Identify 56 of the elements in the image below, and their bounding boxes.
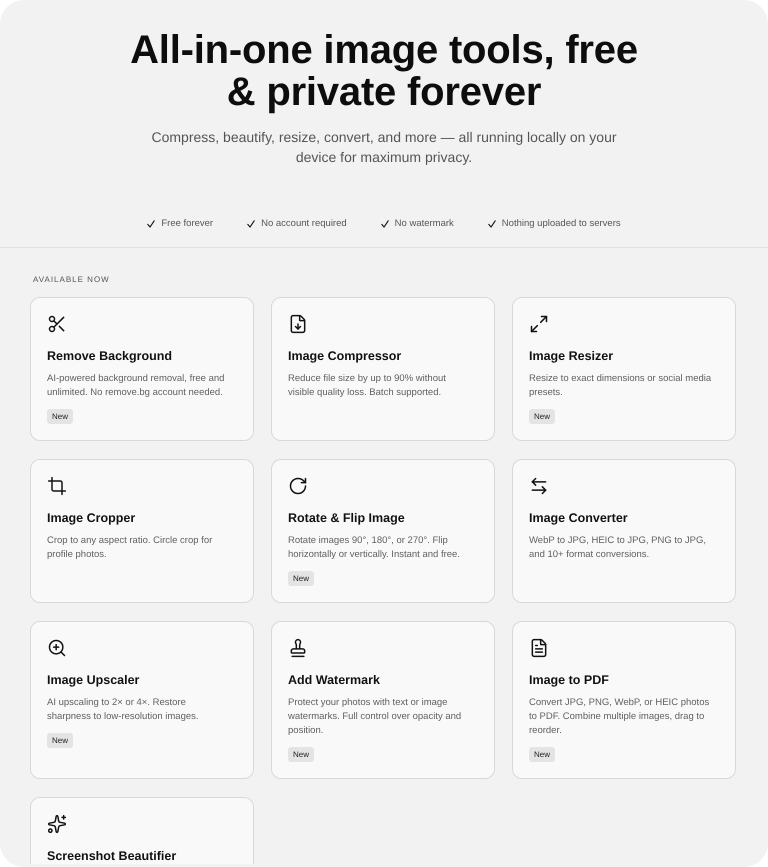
tool-description: Convert JPG, PNG, WebP, or HEIC photos to PDF. Combine multiple images, drag to reorder. [529,696,710,738]
tool-card[interactable]: Screenshot Beautifier [30,797,254,864]
check-icon [380,220,389,228]
tool-description: AI-powered background removal, free and unlimited. No remove.bg account needed. [47,372,226,400]
tool-card[interactable]: Image Upscaler AI upscaling to 2× or 4×. Restore sharpness to low-resolution images. New [30,621,254,779]
tool-card[interactable]: Image Compressor Reduce file size by up to 90% without visible quality loss. Batch supported. [271,297,495,441]
stamp-icon [288,638,308,658]
check-icon [488,220,496,228]
tool-card[interactable]: Image Converter WebP to JPG, HEIC to JPG, PNG to JPG, and 10+ format conversions. [512,459,736,603]
new-badge: New [529,747,556,762]
section-heading: AVAILABLE NOW [33,274,110,286]
tool-title: Image Cropper [47,510,136,526]
tool-title: Remove Background [47,348,172,364]
tool-card[interactable]: Image to PDF Convert JPG, PNG, WebP, or HEIC photos to PDF. Combine multiple images, drag to reorder. New [512,621,736,779]
tool-title: Rotate & Flip Image [288,510,405,526]
zoom-in-icon [47,638,67,658]
feature-label: Nothing uploaded to servers [502,217,621,231]
sparkles-icon [47,814,67,834]
new-badge: New [288,747,314,762]
tool-card[interactable]: Add Watermark Protect your photos with text or image watermarks. Full control over opacity and position. New [271,621,495,779]
tool-description: Crop to any aspect ratio. Circle crop for profile photos. [47,534,214,562]
feature-label: No account required [261,217,347,231]
tool-title: Screenshot Beautifier [47,848,176,864]
rotate-icon [288,476,308,496]
tool-description: Rotate images 90°, 180°, or 270°. Flip horizontally or vertically. Instant and free. [288,534,461,562]
tool-description: Reduce file size by up to 90% without visible quality loss. Batch supported. [288,372,447,400]
new-badge: New [47,409,74,424]
crop-icon [47,476,67,496]
diagonal-arrows-icon [529,314,549,334]
tool-card[interactable]: Image Cropper Crop to any aspect ratio. Circle crop for profile photos. [30,459,254,603]
page-subtitle: Compress, beautify, resize, convert, and more — all running locally on your device for maximum privacy. [150,128,618,167]
new-badge: New [47,733,74,748]
scissors-icon [47,314,67,334]
swap-arrows-icon [529,476,549,496]
check-icon [147,220,156,228]
tool-card[interactable]: Remove Background AI-powered background removal, free and unlimited. No remove.bg account needed. New [30,297,254,441]
tool-title: Image Upscaler [47,672,140,688]
check-icon [247,220,256,228]
tool-description: Resize to exact dimensions or social media presets. [529,372,712,400]
feature-label: No watermark [394,217,454,231]
file-download-icon [288,314,308,334]
new-badge: New [529,409,556,424]
tool-card[interactable]: Rotate & Flip Image Rotate images 90°, 180°, or 270°. Flip horizontally or vertically. Instant and free. New [271,459,495,603]
feature-label: Free forever [161,217,214,231]
tool-title: Add Watermark [288,672,380,688]
tool-title: Image to PDF [529,672,609,688]
tool-title: Image Converter [529,510,628,526]
document-icon [529,638,549,658]
tool-card[interactable]: Image Resizer Resize to exact dimensions or social media presets. New [512,297,736,441]
tool-description: Protect your photos with text or image watermarks. Full control over opacity and position. [288,696,462,738]
tool-title: Image Compressor [288,348,402,364]
page-title: All-in-one image tools, free & private forever [129,29,639,113]
new-badge: New [288,571,314,586]
tool-title: Image Resizer [529,348,614,364]
tool-description: WebP to JPG, HEIC to JPG, PNG to JPG, and 10+ format conversions. [529,534,708,562]
tool-description: AI upscaling to 2× or 4×. Restore sharpness to low-resolution images. [47,696,200,724]
